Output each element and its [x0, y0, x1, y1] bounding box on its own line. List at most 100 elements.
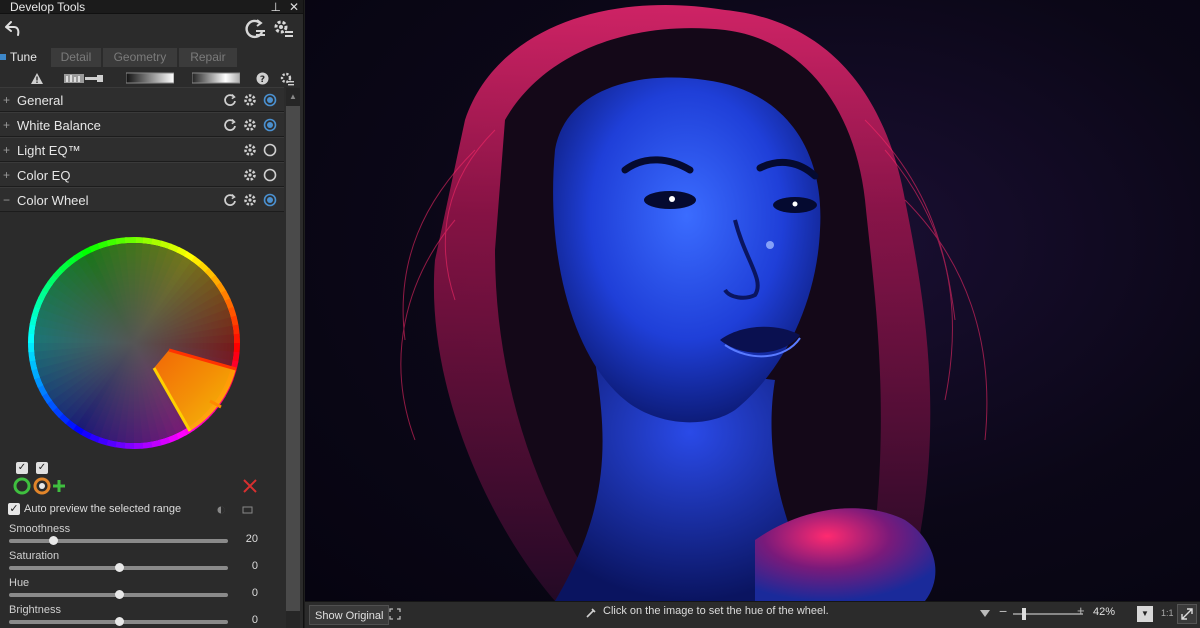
show-original-button[interactable]: Show Original [309, 605, 390, 625]
tone-gradient-icon[interactable] [126, 72, 174, 84]
image-viewer[interactable] [305, 0, 1200, 601]
section-color-eq[interactable]: + Color EQ [0, 162, 284, 187]
reset-icon[interactable] [223, 193, 237, 207]
tab-repair[interactable]: Repair [178, 48, 239, 67]
color-range-swatches: ✓ ✓ [12, 462, 282, 498]
zoom-menu-icon[interactable] [979, 609, 991, 618]
gear-icon[interactable] [243, 118, 257, 132]
reset-icon[interactable] [223, 93, 237, 107]
collapse-icon[interactable]: − [3, 193, 10, 207]
checkmark-icon[interactable]: ✓ [36, 462, 48, 474]
fullscreen-icon[interactable] [389, 608, 401, 620]
slider-knob[interactable] [114, 617, 124, 626]
scroll-up-icon[interactable]: ▲ [289, 92, 297, 101]
section-general[interactable]: + General [0, 87, 284, 112]
color-wheel-graphic[interactable] [24, 233, 244, 453]
help-icon[interactable]: ? [256, 72, 269, 85]
section-label: Color Wheel [17, 193, 89, 208]
slider-value[interactable]: 0 [228, 587, 258, 599]
expand-icon[interactable]: + [3, 168, 10, 182]
auto-preview-checkbox[interactable]: ✓ [8, 503, 20, 515]
gear-icon[interactable] [243, 143, 257, 157]
expand-icon[interactable]: + [3, 118, 10, 132]
svg-text:?: ? [260, 75, 265, 85]
reset-all-icon[interactable] [244, 18, 266, 40]
tab-tune[interactable]: Tune [0, 48, 51, 67]
slider-value[interactable]: 20 [228, 533, 258, 545]
expand-arrows-icon [1181, 608, 1193, 620]
tone-gradient-alt-icon[interactable] [192, 72, 240, 84]
preset-settings-icon[interactable] [280, 72, 294, 86]
zoom-dropdown-icon[interactable]: ▼ [1137, 606, 1153, 622]
saturation-slider[interactable]: Saturation 0 [9, 550, 284, 576]
gear-icon[interactable] [243, 168, 257, 182]
auto-preview-label: Auto preview the selected range [24, 503, 182, 515]
slider-label: Smoothness [9, 523, 71, 535]
warning-icon[interactable] [30, 72, 44, 85]
orange-range-swatch[interactable] [32, 476, 52, 496]
add-range-icon[interactable] [52, 479, 66, 493]
preview-frame-icon[interactable] [242, 505, 253, 515]
auto-preview-option[interactable]: ✓ Auto preview the selected range [8, 503, 181, 515]
zoom-one-to-one[interactable]: 1:1 [1161, 608, 1174, 618]
section-color-wheel[interactable]: − Color Wheel [0, 187, 284, 212]
enable-toggle-icon[interactable] [263, 168, 277, 182]
status-hint: Click on the image to set the hue of the… [603, 605, 829, 617]
tune-toolbar: ? [0, 70, 304, 88]
expand-icon[interactable]: + [3, 93, 10, 107]
brightness-slider[interactable]: Brightness 0 [9, 604, 284, 628]
enable-toggle-icon[interactable] [263, 93, 277, 107]
panel-scrollbar[interactable]: ▲ [286, 88, 300, 628]
pin-icon[interactable]: ⊥ [270, 1, 280, 13]
close-icon[interactable]: ✕ [289, 1, 299, 13]
section-label: General [17, 93, 64, 108]
slider-label: Hue [9, 577, 30, 589]
tab-detail[interactable]: Detail [50, 48, 103, 67]
panel-titlebar: Develop Tools ⊥ ✕ [0, 0, 303, 14]
undo-icon[interactable] [2, 18, 22, 38]
slider-track[interactable] [9, 539, 228, 543]
scrollbar-thumb[interactable] [286, 106, 300, 611]
slider-label: Brightness [9, 604, 61, 616]
slider-label: Saturation [9, 550, 60, 562]
enable-toggle-icon[interactable] [263, 193, 277, 207]
expand-icon[interactable]: + [3, 143, 10, 157]
color-wheel[interactable] [24, 233, 244, 453]
slider-value[interactable]: 0 [228, 560, 258, 572]
portrait-photo[interactable] [305, 0, 1200, 601]
slider-knob[interactable] [114, 590, 124, 599]
hue-slider[interactable]: Hue 0 [9, 577, 284, 603]
section-label: Color EQ [17, 168, 71, 183]
reset-icon[interactable] [223, 118, 237, 132]
eyedropper-icon [586, 608, 596, 618]
remove-range-icon[interactable] [242, 478, 258, 494]
tool-tabs: Tune Detail Geometry Repair [0, 48, 304, 68]
hue-ring-segment[interactable] [124, 237, 136, 244]
section-label: Light EQ™ [17, 143, 81, 158]
zoom-out-icon[interactable]: − [999, 603, 1007, 619]
tab-geometry[interactable]: Geometry [102, 48, 179, 67]
gear-icon[interactable] [243, 193, 257, 207]
tune-sections: + General + White Balance + Light EQ™ + … [0, 87, 284, 212]
zoom-in-icon[interactable]: + [1077, 603, 1085, 618]
viewer-statusbar: Show Original Click on the image to set … [305, 601, 1200, 628]
section-white-balance[interactable]: + White Balance [0, 112, 284, 137]
slider-knob[interactable] [48, 536, 58, 545]
fit-to-window-button[interactable] [1177, 604, 1197, 624]
settings-list-icon[interactable] [272, 18, 294, 40]
panel-title: Develop Tools [10, 0, 86, 14]
section-label: White Balance [17, 118, 101, 133]
zoom-slider-knob[interactable] [1022, 608, 1026, 620]
checkmark-icon[interactable]: ✓ [16, 462, 28, 474]
smoothness-slider[interactable]: Smoothness 20 [9, 523, 284, 549]
slider-knob[interactable] [114, 563, 124, 572]
gear-icon[interactable] [243, 93, 257, 107]
enable-toggle-icon[interactable] [263, 118, 277, 132]
histogram-icon[interactable] [64, 72, 104, 84]
preview-mode-icon[interactable] [216, 505, 226, 515]
zoom-level[interactable]: 42% [1093, 606, 1115, 618]
green-range-swatch[interactable] [12, 476, 32, 496]
slider-value[interactable]: 0 [228, 614, 258, 626]
section-light-eq[interactable]: + Light EQ™ [0, 137, 284, 162]
enable-toggle-icon[interactable] [263, 143, 277, 157]
